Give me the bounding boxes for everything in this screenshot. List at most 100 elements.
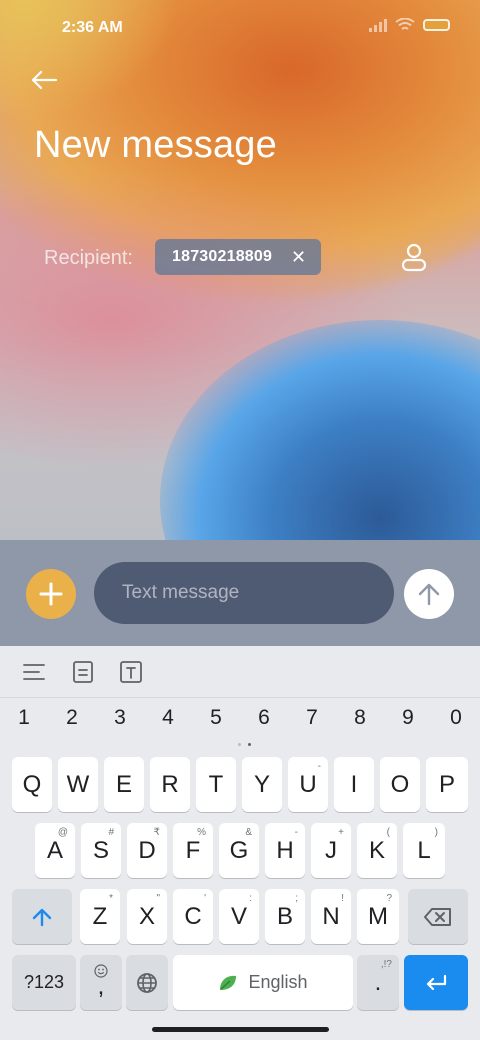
- key-label: A: [46, 836, 63, 864]
- align-button[interactable]: [22, 660, 46, 684]
- key-x[interactable]: " X: [127, 889, 167, 944]
- shift-key[interactable]: [12, 889, 72, 944]
- clipboard-button[interactable]: [71, 660, 95, 684]
- key-b[interactable]: ; B: [265, 889, 305, 944]
- send-arrow-icon: [418, 583, 440, 606]
- backspace-key[interactable]: [408, 889, 468, 944]
- app-background: 2:36 AM New message Recipient: 187302188…: [0, 0, 480, 540]
- key-label: Y: [253, 770, 270, 798]
- key-label: S: [92, 836, 109, 864]
- key-m[interactable]: ? M: [357, 889, 399, 944]
- key-y[interactable]: Y: [242, 757, 282, 812]
- enter-key[interactable]: [404, 955, 468, 1010]
- key-n[interactable]: ! N: [311, 889, 351, 944]
- key-s[interactable]: # S: [81, 823, 121, 878]
- space-label: English: [248, 972, 308, 992]
- key-hint: ,!?: [380, 959, 392, 970]
- key-r[interactable]: R: [150, 757, 190, 812]
- wifi-icon: [395, 18, 415, 30]
- number-row: 1 2 3 4 5 6 7 8 9 0: [0, 706, 480, 736]
- key-label: C: [184, 902, 202, 930]
- shift-arrow-icon: [32, 908, 52, 926]
- key-hint: ?: [386, 893, 392, 904]
- back-arrow-icon: [31, 70, 58, 90]
- backspace-icon: [424, 907, 451, 926]
- key-label: D: [138, 836, 156, 864]
- key-d[interactable]: ₹ D: [127, 823, 167, 878]
- key-h[interactable]: -H: [265, 823, 305, 878]
- key-w[interactable]: W: [58, 757, 98, 812]
- key-hint: (: [386, 827, 390, 838]
- comma-emoji-key[interactable]: ,: [80, 955, 122, 1010]
- key-a[interactable]: @ A: [35, 823, 75, 878]
- key-label: L: [417, 836, 431, 864]
- key-label: E: [115, 770, 132, 798]
- key-j[interactable]: + J: [311, 823, 351, 878]
- attach-button[interactable]: [26, 569, 76, 619]
- key-f[interactable]: % F: [173, 823, 213, 878]
- status-bar: 2:36 AM: [0, 0, 480, 56]
- recipient-chip[interactable]: 18730218809 ✕: [155, 239, 321, 275]
- number-key-6[interactable]: 6: [248, 706, 280, 730]
- key-label: W: [66, 770, 90, 798]
- keyboard-toolbar: [0, 646, 480, 698]
- text-format-button[interactable]: [119, 660, 143, 684]
- key-v[interactable]: :V: [219, 889, 259, 944]
- key-label: O: [390, 770, 410, 798]
- key-g[interactable]: & G: [219, 823, 259, 878]
- recipient-label: Recipient:: [44, 247, 133, 269]
- number-key-1[interactable]: 1: [8, 706, 40, 730]
- contact-picker-button[interactable]: [394, 240, 434, 276]
- number-key-5[interactable]: 5: [200, 706, 232, 730]
- key-hint: @: [57, 827, 68, 838]
- key-label: V: [230, 902, 247, 930]
- key-label: B: [276, 902, 293, 930]
- key-p[interactable]: P: [426, 757, 468, 812]
- key-label: R: [161, 770, 179, 798]
- space-key[interactable]: English: [173, 955, 353, 1010]
- key-c[interactable]: ' C: [173, 889, 213, 944]
- key-e[interactable]: E: [104, 757, 144, 812]
- page-dot-active: [248, 743, 251, 746]
- number-key-3[interactable]: 3: [104, 706, 136, 730]
- key-k[interactable]: (K: [357, 823, 397, 878]
- key-u[interactable]: -U: [288, 757, 328, 812]
- number-key-4[interactable]: 4: [152, 706, 184, 730]
- key-label: J: [325, 836, 337, 864]
- period-key[interactable]: ,!? .: [357, 955, 399, 1010]
- back-button[interactable]: [30, 62, 70, 98]
- home-indicator[interactable]: [152, 1027, 329, 1032]
- symbols-key[interactable]: ?123: [12, 955, 76, 1010]
- key-hint: ₹: [153, 827, 160, 838]
- globe-icon: [137, 972, 157, 993]
- recipient-number: 18730218809: [172, 248, 273, 265]
- key-hint: -: [317, 761, 321, 772]
- message-input[interactable]: [94, 562, 394, 624]
- close-icon[interactable]: ✕: [291, 248, 307, 266]
- key-hint: &: [245, 827, 252, 838]
- number-key-7[interactable]: 7: [296, 706, 328, 730]
- number-key-9[interactable]: 9: [392, 706, 424, 730]
- key-label: P: [438, 770, 455, 798]
- key-hint: ): [434, 827, 438, 838]
- number-key-2[interactable]: 2: [56, 706, 88, 730]
- battery-icon: [423, 19, 450, 31]
- key-q[interactable]: Q: [12, 757, 52, 812]
- key-t[interactable]: T: [196, 757, 236, 812]
- key-o[interactable]: O: [380, 757, 420, 812]
- number-key-8[interactable]: 8: [344, 706, 376, 730]
- key-hint: ;: [295, 893, 298, 904]
- send-button[interactable]: [404, 569, 454, 619]
- period-label: .: [374, 968, 382, 996]
- recipient-row: Recipient: 18730218809 ✕: [44, 238, 444, 278]
- key-l[interactable]: ) L: [403, 823, 445, 878]
- key-i[interactable]: I: [334, 757, 374, 812]
- language-key[interactable]: [126, 955, 168, 1010]
- plus-icon: [39, 582, 63, 606]
- compose-bar: [0, 540, 480, 646]
- key-hint: ": [156, 893, 160, 904]
- page-dot: [238, 743, 241, 746]
- key-z[interactable]: * Z: [80, 889, 120, 944]
- key-label: Z: [92, 902, 108, 930]
- number-key-0[interactable]: 0: [440, 706, 472, 730]
